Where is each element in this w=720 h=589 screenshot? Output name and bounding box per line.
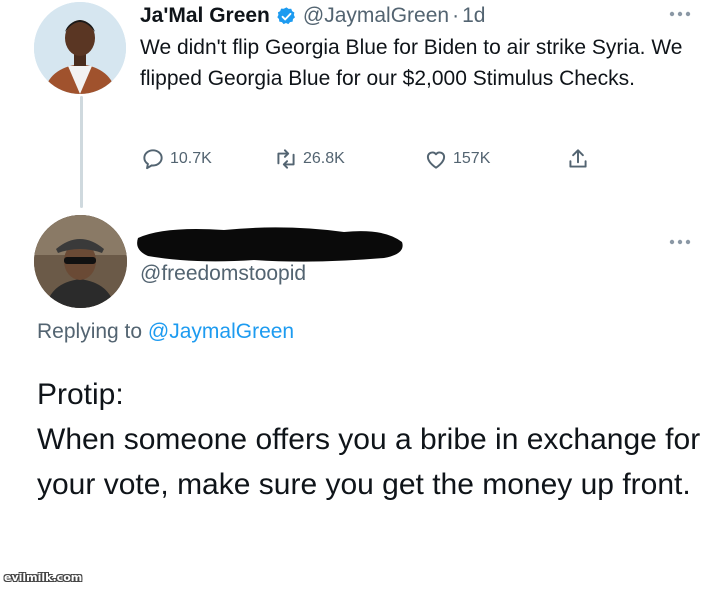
author-name[interactable]: Ja'Mal Green bbox=[140, 4, 270, 28]
retweet-count: 26.8K bbox=[303, 150, 345, 167]
more-options-icon[interactable] bbox=[668, 238, 692, 246]
retweet-button[interactable]: 26.8K bbox=[273, 146, 345, 172]
tweet-separator: · bbox=[452, 4, 460, 27]
tweet-text: We didn't flip Georgia Blue for Biden to… bbox=[140, 36, 683, 90]
tweet-timestamp[interactable]: 1d bbox=[462, 4, 485, 28]
reply-author-avatar-image bbox=[34, 215, 127, 308]
author-handle[interactable]: @JaymalGreen bbox=[303, 4, 449, 28]
reply-author-avatar[interactable] bbox=[34, 215, 127, 308]
replying-to-mention[interactable]: @JaymalGreen bbox=[148, 320, 294, 343]
reply-text: Protip: When someone offers you a bribe … bbox=[37, 372, 707, 507]
share-button[interactable] bbox=[565, 146, 595, 172]
replying-to-prefix: Replying to bbox=[37, 320, 143, 343]
like-count: 157K bbox=[453, 150, 491, 167]
author-avatar-image bbox=[34, 2, 126, 94]
verified-badge-icon bbox=[277, 6, 295, 24]
like-button[interactable]: 157K bbox=[423, 146, 490, 172]
share-icon bbox=[569, 149, 587, 168]
watermark: evilmilk.com bbox=[4, 571, 83, 584]
reply-text-line-1: Protip: bbox=[37, 378, 124, 411]
more-options-icon[interactable] bbox=[668, 10, 692, 18]
redaction-bar bbox=[137, 227, 403, 262]
reply-icon bbox=[143, 149, 163, 170]
author-avatar[interactable] bbox=[34, 2, 126, 94]
replying-to-line: Replying to @JaymalGreen bbox=[37, 320, 294, 344]
reply-button[interactable]: 10.7K bbox=[140, 146, 212, 172]
like-icon bbox=[426, 151, 446, 169]
tweet-header: Ja'Mal Green @JaymalGreen · 1d bbox=[140, 2, 485, 30]
thread-connector-line bbox=[80, 96, 83, 208]
reply-author-handle[interactable]: @freedomstoopid bbox=[140, 262, 306, 286]
reply-count: 10.7K bbox=[170, 150, 212, 167]
reply-text-line-2: When someone offers you a bribe in excha… bbox=[37, 423, 701, 501]
retweet-icon bbox=[277, 149, 295, 169]
